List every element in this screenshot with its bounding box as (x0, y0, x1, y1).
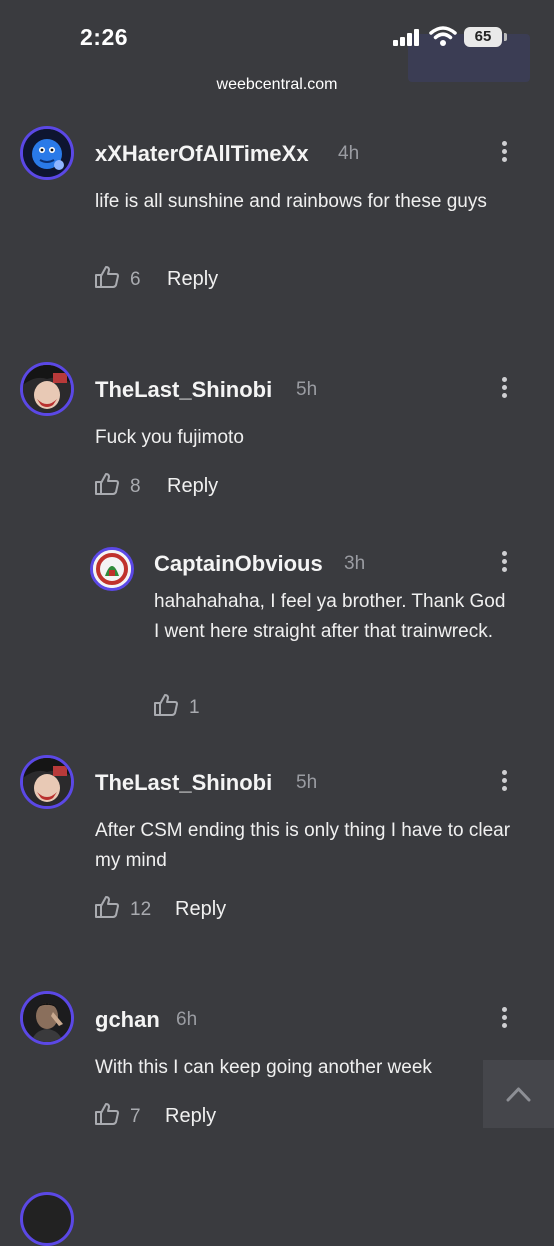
reply-button[interactable]: Reply (167, 268, 218, 291)
like-count: 8 (130, 476, 141, 497)
like-count: 6 (130, 269, 141, 290)
comment-text: After CSM ending this is only thing I ha… (95, 820, 511, 871)
more-options-icon[interactable] (500, 141, 508, 165)
username[interactable]: xXHaterOfAllTimeXx (95, 141, 309, 167)
thumbs-up-icon[interactable] (94, 472, 120, 496)
status-bar: 2:26 65 weebcentral.com (0, 0, 554, 110)
reply-button[interactable]: Reply (165, 1105, 216, 1128)
username[interactable]: TheLast_Shinobi (95, 770, 272, 796)
avatar[interactable] (20, 1192, 74, 1246)
avatar[interactable] (20, 991, 74, 1045)
comment-text: life is all sunshine and rainbows for th… (95, 191, 487, 212)
like-count: 7 (130, 1106, 141, 1127)
username[interactable]: gchan (95, 1007, 160, 1033)
reply-button[interactable]: Reply (167, 475, 218, 498)
more-options-icon[interactable] (500, 1007, 508, 1031)
username[interactable]: CaptainObvious (154, 551, 323, 577)
scroll-to-top-button[interactable] (483, 1060, 554, 1128)
like-count: 1 (189, 697, 200, 718)
avatar[interactable] (20, 755, 74, 809)
comment-time: 3h (344, 553, 366, 574)
avatar[interactable] (20, 126, 74, 180)
battery-icon: 65 (464, 27, 502, 47)
thumbs-up-icon[interactable] (94, 265, 120, 289)
more-options-icon[interactable] (500, 551, 508, 575)
person-photo-avatar-icon (23, 994, 71, 1042)
avatar[interactable] (20, 362, 74, 416)
wifi-icon (429, 26, 457, 46)
reply-button[interactable]: Reply (175, 898, 226, 921)
more-options-icon[interactable] (500, 770, 508, 794)
cellular-signal-icon (393, 28, 423, 46)
comment-text: With this I can keep going another week (95, 1057, 432, 1078)
comment-time: 5h (296, 772, 318, 793)
blue-ball-avatar-icon (23, 129, 71, 177)
thumbs-up-icon[interactable] (94, 895, 120, 919)
thumbs-up-icon[interactable] (94, 1102, 120, 1126)
chevron-up-icon (506, 1087, 531, 1102)
anime-character-avatar-icon (23, 365, 71, 413)
comment-time: 5h (296, 379, 318, 400)
avatar[interactable] (90, 547, 134, 591)
comment-text: hahahahaha, I feel ya brother. Thank God… (154, 591, 506, 642)
more-options-icon[interactable] (500, 377, 508, 401)
url-bar[interactable]: weebcentral.com (0, 76, 554, 94)
like-count: 12 (130, 899, 152, 920)
comment-text: Fuck you fujimoto (95, 427, 244, 448)
comment-time: 4h (338, 143, 360, 164)
anime-character-avatar-icon (23, 758, 71, 806)
emblem-avatar-icon (93, 550, 131, 588)
comment-time: 6h (176, 1009, 198, 1030)
username[interactable]: TheLast_Shinobi (95, 377, 272, 403)
status-time: 2:26 (80, 24, 129, 50)
battery-tip (504, 33, 507, 41)
thumbs-up-icon[interactable] (153, 693, 179, 717)
